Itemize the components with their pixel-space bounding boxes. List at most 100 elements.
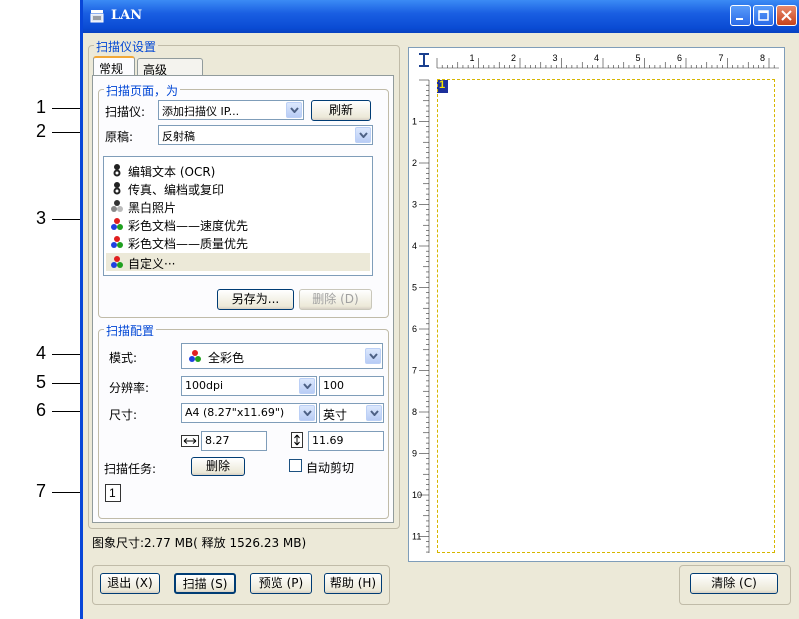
scan-config-legend: 扫描配置 bbox=[104, 322, 157, 339]
unit-select-value: 英寸 bbox=[323, 408, 348, 422]
original-label: 原稿: bbox=[105, 130, 134, 144]
scan-page-legend: 扫描页面，为 bbox=[104, 82, 181, 99]
close-icon bbox=[781, 10, 792, 21]
chevron-down-icon[interactable] bbox=[286, 102, 302, 118]
list-item-selected[interactable]: 自定义··· bbox=[106, 253, 370, 271]
delete-preset-button[interactable]: 删除 (D) bbox=[299, 289, 372, 310]
list-item-label: 自定义··· bbox=[128, 257, 176, 271]
width-icon bbox=[181, 435, 199, 447]
list-item[interactable]: 彩色文档——质量优先 bbox=[106, 233, 370, 251]
save-as-button[interactable]: 另存为... bbox=[217, 289, 294, 310]
scan-button[interactable]: 扫描 (S) bbox=[174, 573, 236, 594]
left-ruler-label: 1 bbox=[412, 117, 417, 127]
unit-select[interactable]: 英寸 bbox=[319, 403, 384, 423]
size-select[interactable]: A4 (8.27"x11.69") bbox=[181, 403, 317, 423]
bw-figure-icon bbox=[113, 182, 121, 195]
color-figure-icon bbox=[111, 256, 123, 268]
auto-crop-checkbox[interactable] bbox=[289, 459, 302, 472]
top-ruler-label: 6 bbox=[677, 53, 682, 63]
list-item-label: 彩色文档——质量优先 bbox=[128, 237, 249, 251]
mode-label: 模式: bbox=[109, 351, 138, 365]
window-title: LAN bbox=[111, 8, 143, 23]
color-figure-icon bbox=[189, 350, 201, 362]
left-ruler-label: 7 bbox=[412, 366, 417, 376]
callout-5: 5 bbox=[36, 372, 47, 392]
gray-figure-icon bbox=[111, 200, 123, 212]
width-input[interactable]: 8.27 bbox=[201, 431, 267, 451]
ruler-corner-icon bbox=[418, 53, 430, 67]
scan-task-number: 1 bbox=[109, 486, 116, 500]
color-figure-icon bbox=[111, 236, 123, 248]
top-ruler-label: 1 bbox=[470, 53, 475, 63]
minimize-icon bbox=[736, 18, 743, 20]
chevron-down-icon[interactable] bbox=[299, 378, 315, 394]
left-ruler-label: 9 bbox=[412, 449, 417, 459]
bw-figure-icon bbox=[113, 164, 121, 177]
tab-panel-general: 扫描页面，为 扫描仪: 添加扫描仪 IP... 刷新 原稿: 反射稿 编辑文本 … bbox=[92, 75, 394, 523]
list-item[interactable]: 彩色文档——速度优先 bbox=[106, 215, 370, 233]
left-ruler-label: 11 bbox=[412, 532, 421, 542]
color-figure-icon bbox=[111, 218, 123, 230]
task-delete-button[interactable]: 删除 bbox=[191, 457, 245, 476]
top-ruler-label: 4 bbox=[594, 53, 599, 63]
resolution-input[interactable]: 100 bbox=[319, 376, 384, 396]
clear-button[interactable]: 清除 (C) bbox=[690, 573, 778, 594]
list-item-label: 彩色文档——速度优先 bbox=[128, 219, 249, 233]
scan-region-marquee[interactable] bbox=[437, 79, 775, 553]
callout-3: 3 bbox=[36, 208, 47, 228]
title-bar[interactable]: LAN bbox=[83, 0, 799, 33]
maximize-icon bbox=[758, 10, 769, 21]
chevron-down-icon[interactable] bbox=[299, 405, 315, 421]
left-ruler-label: 10 bbox=[412, 490, 422, 500]
resolution-select[interactable]: 100dpi bbox=[181, 376, 317, 396]
mode-select-value: 全彩色 bbox=[208, 351, 245, 365]
top-ruler-label: 3 bbox=[553, 53, 558, 63]
preview-button[interactable]: 预览 (P) bbox=[250, 573, 312, 594]
list-item[interactable]: 编辑文本 (OCR) bbox=[106, 161, 370, 179]
exit-button[interactable]: 退出 (X) bbox=[100, 573, 160, 594]
tab-general[interactable]: 常规 bbox=[93, 56, 135, 76]
scanner-window: LAN 扫描仪设置 常规 高级 扫描页面，为 扫描仪: 添加扫描仪 IP... … bbox=[80, 0, 799, 619]
chevron-down-icon[interactable] bbox=[366, 405, 382, 421]
list-item[interactable]: 黑白照片 bbox=[106, 197, 370, 215]
top-ruler-label: 5 bbox=[636, 53, 641, 63]
resolution-label: 分辨率: bbox=[109, 381, 150, 395]
left-ruler-label: 4 bbox=[412, 241, 417, 251]
maximize-button[interactable] bbox=[753, 5, 774, 26]
help-button[interactable]: 帮助 (H) bbox=[324, 573, 382, 594]
top-ruler: 1 2 3 4 5 6 7 8 bbox=[436, 53, 779, 69]
left-ruler-label: 5 bbox=[412, 283, 417, 293]
auto-crop-label: 自动剪切 bbox=[306, 461, 355, 475]
scanner-label: 扫描仪: bbox=[105, 105, 146, 119]
app-icon bbox=[90, 10, 104, 23]
original-select[interactable]: 反射稿 bbox=[158, 125, 373, 145]
list-item-label: 编辑文本 (OCR) bbox=[128, 165, 216, 179]
callout-7: 7 bbox=[36, 481, 47, 501]
callout-1: 1 bbox=[36, 97, 47, 117]
callout-6: 6 bbox=[36, 400, 47, 420]
height-icon bbox=[291, 432, 303, 448]
left-ruler-label: 6 bbox=[412, 324, 417, 334]
list-item[interactable]: 传真、编档或复印 bbox=[106, 179, 370, 197]
resolution-select-value: 100dpi bbox=[185, 379, 224, 392]
height-input[interactable]: 11.69 bbox=[308, 431, 384, 451]
refresh-button[interactable]: 刷新 bbox=[311, 100, 371, 121]
scanner-select[interactable]: 添加扫描仪 IP... bbox=[158, 100, 304, 120]
minimize-button[interactable] bbox=[730, 5, 751, 26]
top-ruler-label: 7 bbox=[719, 53, 724, 63]
close-button[interactable] bbox=[776, 5, 797, 26]
scanner-select-value: 添加扫描仪 IP... bbox=[162, 105, 240, 118]
left-ruler-label: 8 bbox=[412, 407, 417, 417]
preset-list[interactable]: 编辑文本 (OCR) 传真、编档或复印 黑白照片 彩色文档——速度优先 彩色文档… bbox=[103, 156, 373, 276]
image-size-status: 图象尺寸:2.77 MB( 释放 1526.23 MB) bbox=[92, 536, 307, 550]
chevron-down-icon[interactable] bbox=[355, 127, 371, 143]
size-select-value: A4 (8.27"x11.69") bbox=[185, 406, 285, 419]
original-select-value: 反射稿 bbox=[162, 130, 195, 143]
size-label: 尺寸: bbox=[109, 408, 138, 422]
mode-select[interactable]: 全彩色 bbox=[181, 343, 383, 369]
callout-4: 4 bbox=[36, 343, 47, 363]
scan-task-item[interactable]: 1 bbox=[105, 484, 121, 502]
callout-2: 2 bbox=[36, 121, 47, 141]
top-ruler-label: 2 bbox=[511, 53, 516, 63]
chevron-down-icon[interactable] bbox=[365, 348, 381, 364]
